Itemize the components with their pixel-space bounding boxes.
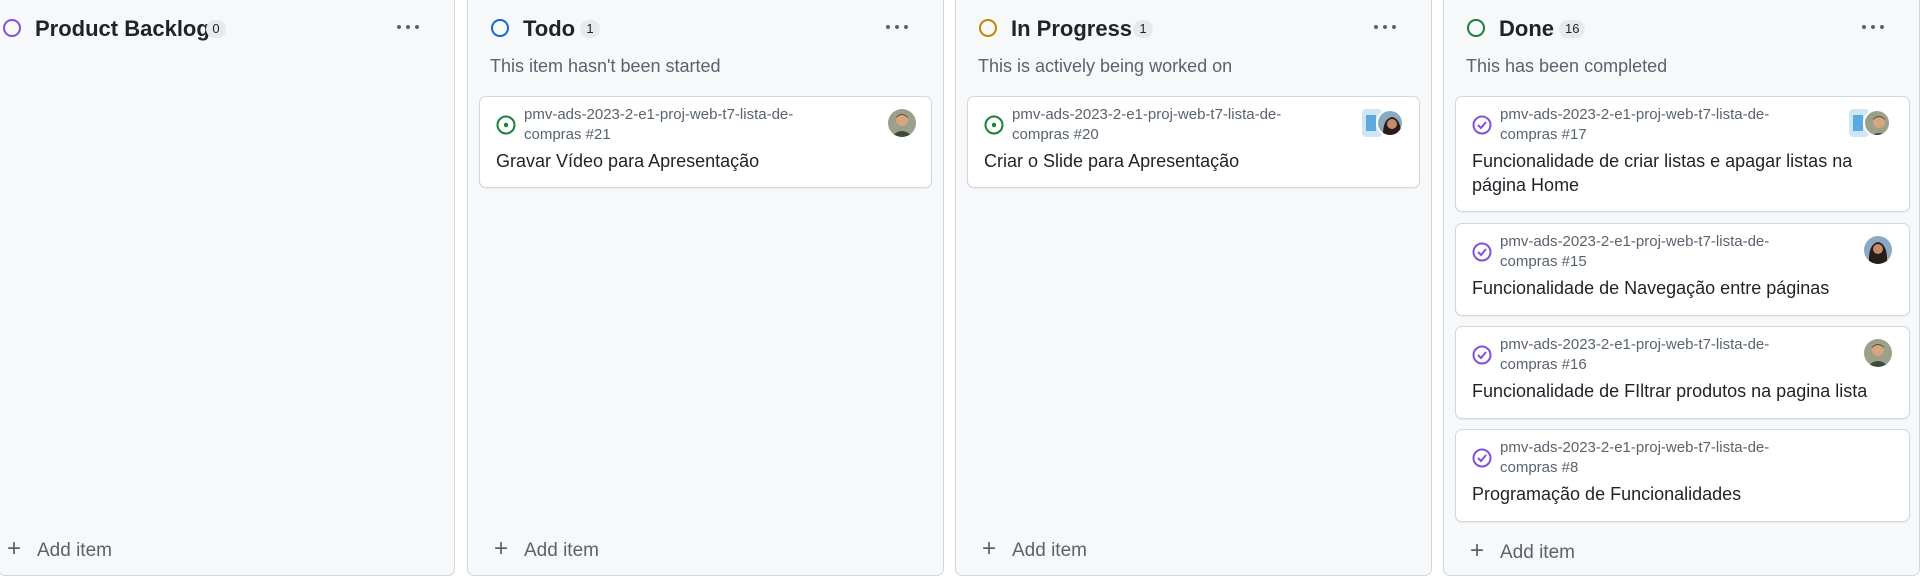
column-todo: Todo 1 This item hasn't been started pmv…: [467, 0, 944, 576]
item-count-badge: 1: [1133, 20, 1153, 38]
assignee-avatar[interactable]: [1376, 109, 1404, 137]
column-more-button[interactable]: [1856, 14, 1890, 40]
assignee-avatar[interactable]: [1863, 109, 1891, 137]
column-description: This is actively being worked on: [978, 56, 1233, 76]
issue-opened-icon: [984, 115, 1004, 135]
kebab-horizontal-icon: [886, 25, 908, 29]
item-count-badge: 0: [206, 20, 226, 38]
issue-closed-icon: [1472, 242, 1492, 262]
column-title: Todo: [523, 16, 576, 41]
assignee-avatar[interactable]: [888, 109, 916, 137]
column-description: This has been completed: [1466, 56, 1668, 76]
kebab-horizontal-icon: [1862, 25, 1884, 29]
issue-repo-reference[interactable]: pmv-ads-2023-2-e1-proj-web-t7-lista-de-c…: [524, 105, 824, 145]
status-circle-icon: [491, 19, 509, 37]
status-circle-icon: [979, 19, 997, 37]
column-title: In Progress: [1011, 16, 1133, 41]
issue-card[interactable]: pmv-ads-2023-2-e1-proj-web-t7-lista-de-c…: [1455, 223, 1910, 316]
add-item-label: Add item: [1500, 542, 1575, 563]
project-board: Product Backlog 0 + Add item Todo 1 This…: [0, 0, 1920, 580]
column-title: Product Backlog: [35, 16, 210, 41]
item-count-badge: 16: [1559, 20, 1586, 38]
issue-repo-reference[interactable]: pmv-ads-2023-2-e1-proj-web-t7-lista-de-c…: [1500, 105, 1800, 145]
issue-card[interactable]: pmv-ads-2023-2-e1-proj-web-t7-lista-de-c…: [479, 96, 932, 188]
issue-title[interactable]: Programação de Funcionalidades: [1472, 482, 1902, 506]
column-description: This item hasn't been started: [490, 56, 721, 76]
column-header: Todo 1: [468, 14, 943, 48]
item-count-badge: 1: [580, 20, 600, 38]
issue-closed-icon: [1472, 448, 1492, 468]
issue-title[interactable]: Criar o Slide para Apresentação: [984, 149, 1414, 173]
add-item-label: Add item: [37, 540, 112, 561]
column-more-button[interactable]: [880, 14, 914, 40]
plus-icon: +: [494, 535, 509, 562]
column-more-button[interactable]: [391, 14, 425, 40]
column-more-button[interactable]: [1368, 14, 1402, 40]
assignee-avatar[interactable]: [1864, 236, 1892, 264]
issue-card[interactable]: pmv-ads-2023-2-e1-proj-web-t7-lista-de-c…: [1455, 429, 1910, 522]
issue-title[interactable]: Gravar Vídeo para Apresentação: [496, 149, 926, 173]
column-in-progress: In Progress 1 This is actively being wor…: [955, 0, 1432, 576]
issue-opened-icon: [496, 115, 516, 135]
kebab-horizontal-icon: [397, 25, 419, 29]
add-item-label: Add item: [524, 540, 599, 561]
issue-closed-icon: [1472, 345, 1492, 365]
issue-card[interactable]: pmv-ads-2023-2-e1-proj-web-t7-lista-de-c…: [1455, 326, 1910, 419]
issue-title[interactable]: Funcionalidade de Navegação entre página…: [1472, 276, 1902, 300]
issue-repo-reference[interactable]: pmv-ads-2023-2-e1-proj-web-t7-lista-de-c…: [1500, 232, 1800, 272]
column-product-backlog: Product Backlog 0 + Add item: [0, 0, 455, 576]
status-circle-icon: [1467, 19, 1485, 37]
issue-repo-reference[interactable]: pmv-ads-2023-2-e1-proj-web-t7-lista-de-c…: [1012, 105, 1302, 145]
column-done: Done 16 This has been completed pmv-ads-…: [1443, 0, 1920, 576]
issue-title[interactable]: Funcionalidade de criar listas e apagar …: [1472, 149, 1902, 197]
issue-repo-reference[interactable]: pmv-ads-2023-2-e1-proj-web-t7-lista-de-c…: [1500, 438, 1800, 478]
issue-card[interactable]: pmv-ads-2023-2-e1-proj-web-t7-lista-de-c…: [967, 96, 1420, 188]
plus-icon: +: [1470, 537, 1485, 564]
issue-card[interactable]: pmv-ads-2023-2-e1-proj-web-t7-lista-de-c…: [1455, 96, 1910, 212]
column-header: Product Backlog 0: [0, 14, 454, 48]
kebab-horizontal-icon: [1374, 25, 1396, 29]
issue-title[interactable]: Funcionalidade de FIltrar produtos na pa…: [1472, 379, 1902, 403]
column-title: Done: [1499, 16, 1554, 41]
column-header: Done 16: [1444, 14, 1919, 48]
issue-repo-reference[interactable]: pmv-ads-2023-2-e1-proj-web-t7-lista-de-c…: [1500, 335, 1800, 375]
column-header: In Progress 1: [956, 14, 1431, 48]
plus-icon: +: [982, 535, 997, 562]
status-circle-icon: [3, 19, 21, 37]
issue-closed-icon: [1472, 115, 1492, 135]
plus-icon: +: [7, 535, 22, 562]
assignee-avatar[interactable]: [1864, 339, 1892, 367]
add-item-label: Add item: [1012, 540, 1087, 561]
